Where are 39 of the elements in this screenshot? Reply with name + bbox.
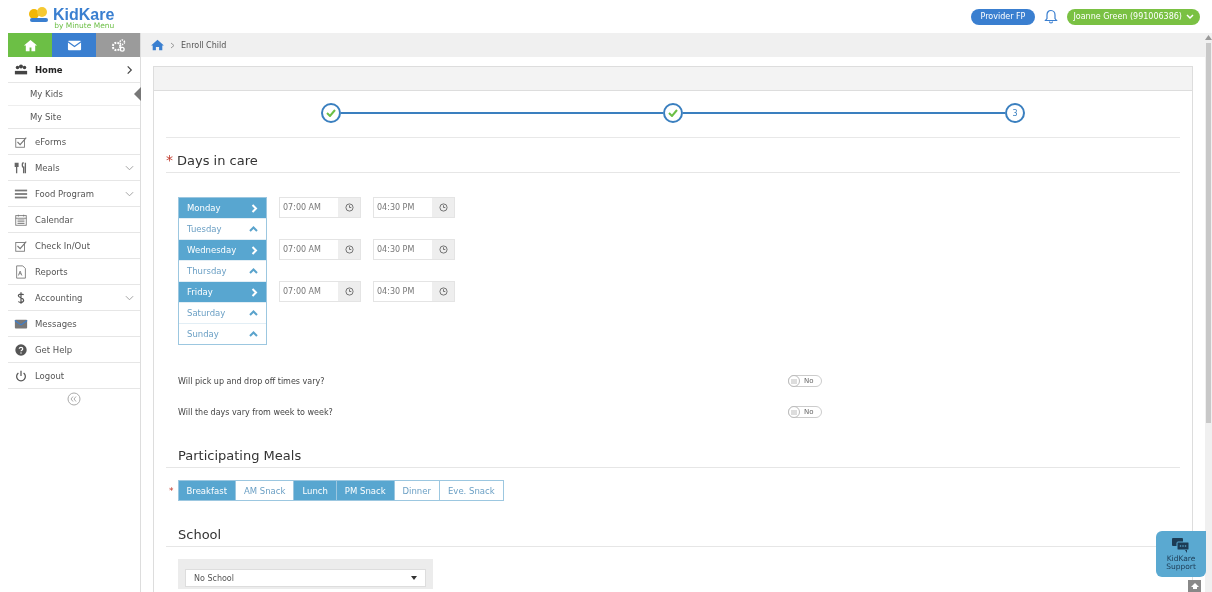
time-field[interactable]: 07:00 AM [279,281,361,302]
time-field[interactable]: 04:30 PM [373,197,455,218]
meal-toggle-button[interactable]: Breakfast [178,481,236,500]
section-title: Days in care [177,152,258,168]
sidebar-item[interactable]: eForms [8,129,140,155]
required-icon: * [166,152,173,168]
sidebar-subitem[interactable]: My Site [8,106,140,128]
sidebar-item[interactable]: Check In/Out [8,233,140,259]
sidebar-item[interactable]: Meals [8,155,140,181]
section-title: School [178,527,222,542]
sidebar-item[interactable]: Reports [8,259,140,285]
day-toggle[interactable]: Friday [179,282,266,303]
time-field[interactable]: 07:00 AM [279,197,361,218]
day-toggle[interactable]: Wednesday [179,240,266,261]
school-select[interactable]: No School [185,569,426,587]
day-toggle[interactable]: Sunday [179,324,266,344]
sidebar-item[interactable]: Accounting [8,285,140,311]
section-title: Participating Meals [178,448,302,463]
sidebar-item[interactable]: Get Help [8,337,140,363]
sidebar-item[interactable]: Logout [8,363,140,389]
sidebar-item[interactable]: Messages [8,311,140,337]
question-text: Will pick up and drop off times vary? [178,376,326,386]
logo-text: KidKare [53,5,115,23]
time-field[interactable]: 04:30 PM [373,239,455,260]
provider-button[interactable]: Provider FP [970,8,1036,25]
required-icon: * [169,485,174,496]
meal-toggle-button[interactable]: PM Snack [336,481,395,500]
step-indicator[interactable]: 3 [1005,103,1025,123]
time-field[interactable]: 07:00 AM [279,239,361,260]
question-text: Will the days vary from week to week? [178,407,334,417]
day-toggle[interactable]: Monday [179,198,266,219]
sidebar-item[interactable]: Home [8,57,140,83]
sidebar-item[interactable]: Food Program [8,181,140,207]
breadcrumb-item[interactable]: Enroll Child [181,40,227,50]
meal-toggle-button[interactable]: Lunch [294,481,337,500]
sidebar-item[interactable]: Calendar [8,207,140,233]
sidebar-subitem[interactable]: My Kids [8,83,140,106]
time-field[interactable]: 04:30 PM [373,281,455,302]
day-toggle[interactable]: Saturday [179,303,266,324]
